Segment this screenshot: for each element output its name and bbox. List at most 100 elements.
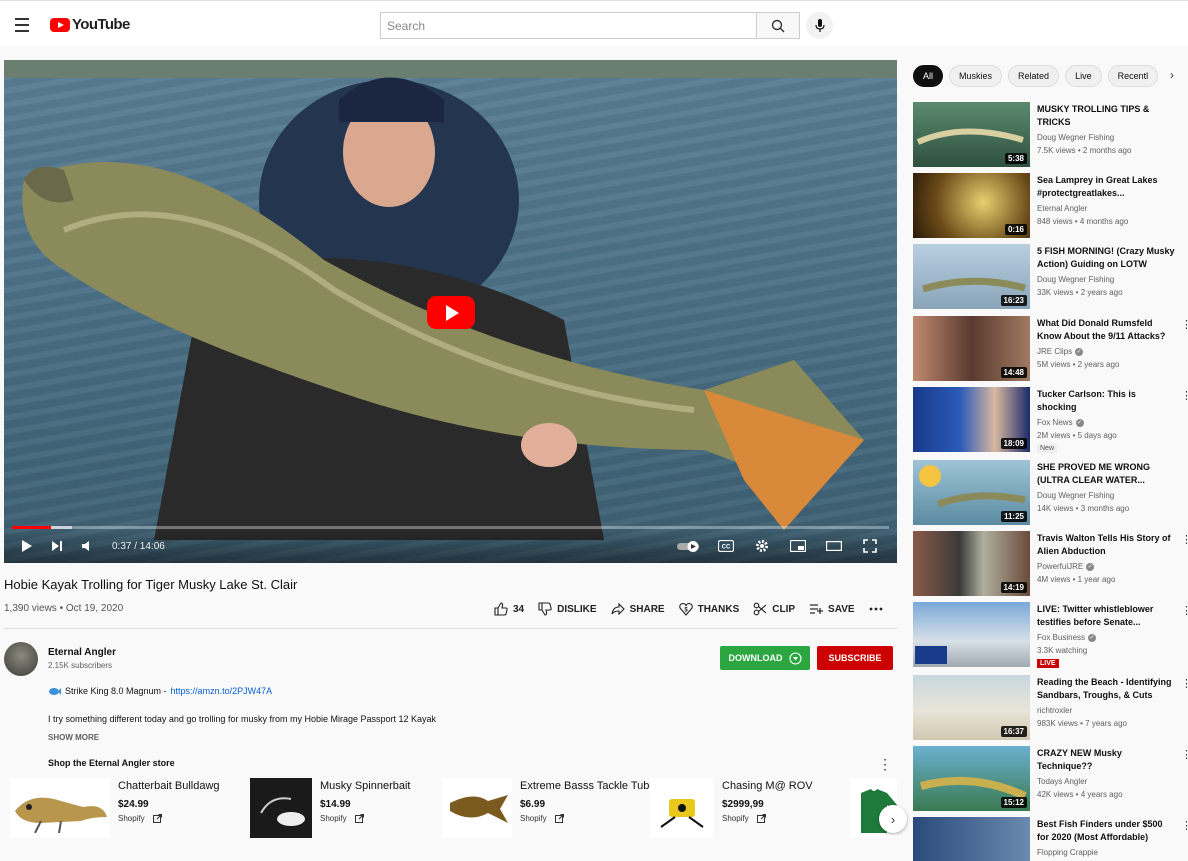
verified-check-icon: ✓ [1088, 633, 1097, 642]
duration-badge: 14:19 [1000, 582, 1027, 593]
hamburger-menu-icon[interactable] [15, 15, 35, 33]
video-player[interactable]: 0:37 / 14:06 CC [4, 60, 897, 563]
merch-image [442, 778, 512, 838]
chip-all[interactable]: All [913, 65, 944, 87]
share-button[interactable]: SHARE [611, 603, 665, 615]
thanks-button[interactable]: $ THANKS [678, 602, 740, 616]
spinnerbait-image [260, 797, 305, 826]
recommendation-thumbnail: 18:09 [913, 387, 1030, 452]
more-actions-button[interactable] [869, 607, 883, 611]
merch-item[interactable]: Musky Spinnerbait $14.99 Shopify [250, 778, 411, 854]
chip-recently[interactable]: Recentl [1107, 65, 1159, 87]
merch-item[interactable]: Extreme Basss Tackle Tube $6.99 Shopify [442, 778, 656, 854]
verified-check-icon: ✓ [1075, 347, 1084, 356]
chip-live[interactable]: Live [1065, 65, 1102, 87]
channel-name[interactable]: Eternal Angler [48, 647, 116, 658]
voice-search-button[interactable] [806, 12, 833, 39]
merch-name: Chasing M@ ROV [722, 780, 813, 792]
external-link-icon [756, 814, 766, 823]
show-more-button[interactable]: SHOW MORE [48, 733, 99, 742]
recommendation-item[interactable]: 16:23 5 FISH MORNING! (Crazy Musky Actio… [913, 244, 1188, 310]
tube-bait-image [450, 795, 508, 823]
more-options-icon[interactable]: ⋮ [1181, 819, 1188, 832]
recommendation-channel: Doug Wegner Fishing [1037, 491, 1115, 500]
merch-price: $14.99 [320, 799, 351, 810]
clip-label: CLIP [772, 603, 796, 615]
recommendation-thumbnail [913, 602, 1030, 667]
merch-name: Extreme Basss Tackle Tube [520, 780, 656, 792]
clip-button[interactable]: CLIP [753, 602, 795, 616]
recommendation-channel: Flopping Crappie [1037, 848, 1098, 857]
external-link-icon [354, 814, 364, 823]
merch-item[interactable]: Chatterbait Bulldawg $24.99 Shopify [10, 778, 220, 854]
miniplayer-button[interactable] [785, 533, 811, 559]
search-button[interactable] [756, 12, 800, 39]
duration-badge: 11:25 [1000, 511, 1027, 522]
volume-button[interactable] [74, 533, 100, 559]
recommendation-item[interactable]: Best Fish Finders under $500 for 2020 (M… [913, 817, 1188, 861]
recommendation-thumbnail: 14:19 [913, 531, 1030, 596]
recommendation-item[interactable]: 14:19 Travis Walton Tells His Story of A… [913, 531, 1188, 597]
recommendation-title: Reading the Beach - Identifying Sandbars… [1037, 677, 1172, 700]
channel-subscriber-count: 2.15K subscribers [48, 661, 113, 670]
fish-icon [49, 687, 61, 695]
more-horizontal-icon [869, 607, 882, 611]
download-button[interactable]: DOWNLOAD [720, 646, 810, 670]
video-actions: 34 DISLIKE SHARE $ THANKS CLIP SAVE [494, 602, 883, 616]
more-options-icon[interactable]: ⋮ [1181, 604, 1188, 617]
autoplay-toggle[interactable] [675, 533, 703, 559]
youtube-logo[interactable]: YouTube [50, 16, 130, 33]
merch-item[interactable]: Chasing M@ ROV $2999,99 Shopify [650, 778, 813, 854]
search-input[interactable] [380, 12, 756, 39]
recommendation-title: Best Fish Finders under $500 for 2020 (M… [1037, 819, 1163, 842]
description-link-line: Strike King 8.0 Magnum - https://amzn.to… [48, 686, 272, 696]
recommendation-item[interactable]: 14:48 What Did Donald Rumsfeld Know Abou… [913, 316, 1188, 382]
store-more-icon[interactable]: ⋮ [878, 756, 892, 773]
time-display: 0:37 / 14:06 [112, 540, 165, 552]
more-options-icon[interactable]: ⋮ [1181, 748, 1188, 761]
recommendation-thumbnail: 11:25 [913, 460, 1030, 525]
more-options-icon[interactable]: ⋮ [1181, 677, 1188, 690]
new-badge: New [1037, 444, 1058, 453]
thanks-label: THANKS [697, 603, 740, 615]
chip-muskies[interactable]: Muskies [949, 65, 1003, 87]
chips-next-icon[interactable]: › [1170, 68, 1174, 82]
recommendation-channel: Fox Business ✓ [1037, 633, 1097, 642]
recommendation-item[interactable]: LIVE: Twitter whistleblower testifies be… [913, 602, 1188, 668]
captions-button[interactable]: CC [713, 533, 739, 559]
fullscreen-button[interactable] [857, 533, 883, 559]
recommendation-item[interactable]: 11:25 SHE PROVED ME WRONG (ULTRA CLEAR W… [913, 460, 1188, 526]
theater-mode-button[interactable] [821, 533, 847, 559]
youtube-play-logo-icon [50, 17, 70, 32]
chip-related[interactable]: Related [1008, 65, 1060, 87]
recommendation-title: SHE PROVED ME WRONG (ULTRA CLEAR WATER..… [1037, 462, 1151, 485]
recommendation-channel: Fox News ✓ [1037, 418, 1084, 427]
more-options-icon[interactable]: ⋮ [1181, 533, 1188, 546]
recommendation-item[interactable]: 16:37 Reading the Beach - Identifying Sa… [913, 675, 1188, 741]
recommendation-item[interactable]: 0:16 Sea Lamprey in Great Lakes #protect… [913, 173, 1188, 239]
dislike-button[interactable]: DISLIKE [538, 602, 597, 616]
miniplayer-icon [790, 540, 806, 552]
settings-button[interactable] [749, 533, 775, 559]
recommendation-item[interactable]: 18:09 Tucker Carlson: This is shocking F… [913, 387, 1188, 453]
recommendation-item[interactable]: 15:12 CRAZY NEW Musky Technique?? Todays… [913, 746, 1188, 812]
search-bar [380, 12, 800, 39]
next-button[interactable] [44, 533, 70, 559]
center-play-button[interactable] [427, 296, 475, 329]
recommendation-channel: Todays Angler [1037, 777, 1088, 786]
more-options-icon[interactable]: ⋮ [1181, 389, 1188, 402]
duration-badge: 15:12 [1000, 797, 1027, 808]
more-options-icon[interactable]: ⋮ [1181, 318, 1188, 331]
bulldawg-lure-image [15, 797, 107, 833]
live-badge: LIVE [1037, 659, 1059, 668]
merch-shelf: Chatterbait Bulldawg $24.99 Shopify Musk… [10, 778, 897, 854]
subscribe-button[interactable]: SUBSCRIBE [817, 646, 893, 670]
merch-next-button[interactable]: › [879, 805, 907, 833]
save-button[interactable]: SAVE [809, 603, 855, 615]
description-link[interactable]: https://amzn.to/2PJW47A [171, 686, 273, 696]
channel-avatar[interactable] [4, 642, 38, 676]
like-button[interactable]: 34 [494, 602, 524, 616]
play-button[interactable] [14, 533, 40, 559]
recommendation-item[interactable]: 5:38 MUSKY TROLLING TIPS & TRICKS Doug W… [913, 102, 1188, 168]
recommendation-stats: 4M views • 1 year ago [1037, 575, 1116, 584]
